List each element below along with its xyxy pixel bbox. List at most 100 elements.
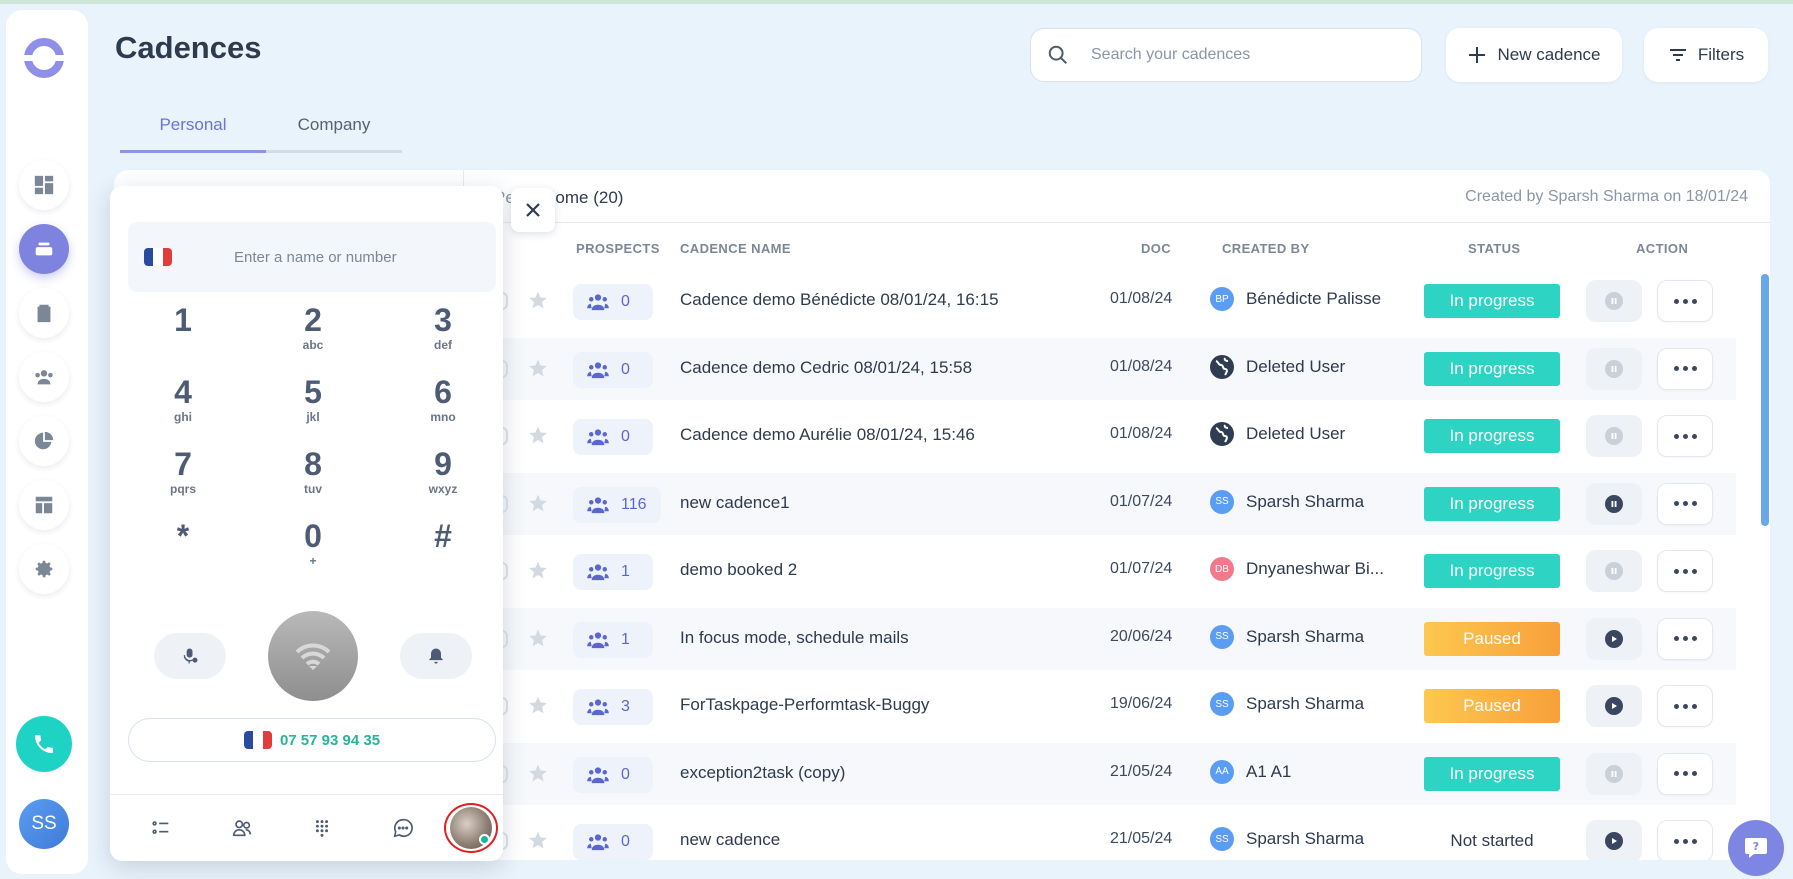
open-dialer-button[interactable] <box>16 716 72 772</box>
more-actions-button[interactable] <box>1657 347 1713 390</box>
search-input[interactable] <box>1091 46 1391 64</box>
prospects-count-badge[interactable]: 116 <box>573 486 661 523</box>
sidebar-item-tasks[interactable] <box>19 288 69 338</box>
footer-profile-avatar[interactable] <box>444 803 498 853</box>
france-flag-icon[interactable] <box>144 248 172 266</box>
call-button[interactable] <box>268 611 358 701</box>
dial-key[interactable]: 4 ghi <box>133 374 233 436</box>
cadence-name-link[interactable]: In focus mode, schedule mails <box>680 628 909 648</box>
sidebar-item-people[interactable] <box>19 352 69 402</box>
dial-key[interactable]: 6 mno <box>393 374 493 436</box>
favorite-star-icon[interactable] <box>528 425 548 445</box>
col-header-prospects[interactable]: PROSPECTS <box>576 241 660 256</box>
pause-cadence-button[interactable] <box>1586 550 1642 592</box>
cadence-name-link[interactable]: demo booked 2 <box>680 560 797 580</box>
dial-key[interactable]: 3 def <box>393 302 493 364</box>
table-row[interactable]: 1 In focus mode, schedule mails 20/06/24 SS… <box>494 607 1736 670</box>
notification-bell-button[interactable] <box>400 633 472 679</box>
prospects-count-badge[interactable]: 0 <box>573 419 653 455</box>
cadence-name-link[interactable]: Cadence demo Aurélie 08/01/24, 15:46 <box>680 425 975 445</box>
search-box[interactable] <box>1030 28 1422 82</box>
user-avatar[interactable]: SS <box>19 799 69 849</box>
dial-key[interactable]: 8 tuv <box>263 446 363 508</box>
more-actions-button[interactable] <box>1657 280 1713 322</box>
voicemail-settings-button[interactable] <box>154 633 226 679</box>
prospects-count-badge[interactable]: 1 <box>573 621 653 658</box>
pause-cadence-button[interactable] <box>1586 415 1642 457</box>
resume-cadence-button[interactable] <box>1586 820 1642 860</box>
favorite-star-icon[interactable] <box>528 290 548 310</box>
sidebar-item-analytics[interactable] <box>19 416 69 466</box>
sidebar-item-settings[interactable] <box>19 544 69 594</box>
footer-keypad-button[interactable] <box>307 813 337 843</box>
table-row[interactable]: 1 demo booked 2 01/07/24 DB Dnyaneshwar Bi..… <box>494 540 1736 602</box>
cadence-name-link[interactable]: exception2task (copy) <box>680 763 845 783</box>
table-row[interactable]: 116 new cadence1 01/07/24 SS Sparsh Sharma In… <box>494 472 1736 535</box>
table-row[interactable]: 0 Cadence demo Bénédicte 08/01/24, 16:15 0… <box>494 270 1736 332</box>
prospects-count-badge[interactable]: 0 <box>573 824 653 860</box>
favorite-star-icon[interactable] <box>528 830 548 850</box>
col-header-doc[interactable]: DOC <box>1141 241 1171 256</box>
my-phone-number[interactable]: 07 57 93 94 35 <box>128 718 496 762</box>
favorite-star-icon[interactable] <box>528 493 548 513</box>
pause-cadence-button[interactable] <box>1586 347 1642 390</box>
dial-key[interactable]: 9 wxyz <box>393 446 493 508</box>
tab-personal[interactable]: Personal <box>120 115 266 153</box>
dial-key[interactable]: 2 abc <box>263 302 363 364</box>
sidebar-item-dashboard[interactable] <box>19 160 69 210</box>
favorite-star-icon[interactable] <box>528 695 548 715</box>
app-logo-icon[interactable] <box>22 36 66 80</box>
more-actions-button[interactable] <box>1657 482 1713 525</box>
sidebar-item-templates[interactable] <box>19 480 69 530</box>
resume-cadence-button[interactable] <box>1586 685 1642 727</box>
favorite-star-icon[interactable] <box>528 358 548 378</box>
resume-cadence-button[interactable] <box>1586 617 1642 660</box>
close-dialer-button[interactable] <box>511 188 555 232</box>
dial-key[interactable]: 5 jkl <box>263 374 363 436</box>
table-row[interactable]: 0 new cadence 21/05/24 SS Sparsh Sharma Not s… <box>494 810 1736 860</box>
prospects-count-badge[interactable]: 0 <box>573 284 653 320</box>
table-row[interactable]: 3 ForTaskpage-Performtask-Buggy 19/06/24 SS… <box>494 675 1736 737</box>
cadence-name-link[interactable]: Cadence demo Bénédicte 08/01/24, 16:15 <box>680 290 999 310</box>
footer-history-button[interactable] <box>146 813 176 843</box>
pause-cadence-button[interactable] <box>1586 482 1642 525</box>
col-header-cadence-name[interactable]: CADENCE NAME <box>680 241 791 256</box>
dialer-number-input[interactable] <box>234 248 474 266</box>
pause-cadence-button[interactable] <box>1586 752 1642 795</box>
favorite-star-icon[interactable] <box>528 628 548 648</box>
cadence-name-link[interactable]: new cadence1 <box>680 493 790 513</box>
prospects-count-badge[interactable]: 1 <box>573 554 653 590</box>
more-actions-button[interactable] <box>1657 820 1713 860</box>
cadence-name-link[interactable]: new cadence <box>680 830 780 850</box>
more-actions-button[interactable] <box>1657 752 1713 795</box>
sidebar-item-cadences[interactable] <box>19 224 69 274</box>
pause-cadence-button[interactable] <box>1586 280 1642 322</box>
dial-key[interactable]: * <box>133 518 233 580</box>
cadence-name-link[interactable]: Cadence demo Cedric 08/01/24, 15:58 <box>680 358 972 378</box>
prospects-count-badge[interactable]: 0 <box>573 351 653 388</box>
prospects-count-badge[interactable]: 0 <box>573 756 653 793</box>
filters-button[interactable]: Filters <box>1644 28 1768 82</box>
table-scrollbar[interactable] <box>1761 274 1769 526</box>
prospects-count-badge[interactable]: 3 <box>573 689 653 725</box>
help-chat-button[interactable]: ? <box>1728 820 1784 876</box>
cadence-name-link[interactable]: ForTaskpage-Performtask-Buggy <box>680 695 929 715</box>
more-actions-button[interactable] <box>1657 550 1713 592</box>
more-actions-button[interactable] <box>1657 415 1713 457</box>
dial-key[interactable]: 7 pqrs <box>133 446 233 508</box>
table-row[interactable]: 0 Cadence demo Cedric 08/01/24, 15:58 01/0… <box>494 337 1736 400</box>
table-row[interactable]: 0 exception2task (copy) 21/05/24 AA A1 A1 In … <box>494 742 1736 805</box>
footer-messages-button[interactable] <box>388 813 418 843</box>
favorite-star-icon[interactable] <box>528 763 548 783</box>
dial-key[interactable]: # <box>393 518 493 580</box>
table-row[interactable]: 0 Cadence demo Aurélie 08/01/24, 15:46 01/… <box>494 405 1736 467</box>
more-actions-button[interactable] <box>1657 617 1713 660</box>
dial-key[interactable]: 1 <box>133 302 233 364</box>
col-header-created-by[interactable]: CREATED BY <box>1222 241 1310 256</box>
tab-company[interactable]: Company <box>266 115 402 153</box>
new-cadence-button[interactable]: New cadence <box>1446 28 1622 82</box>
favorite-star-icon[interactable] <box>528 560 548 580</box>
dialer-search[interactable] <box>128 222 496 292</box>
footer-contacts-button[interactable] <box>227 813 257 843</box>
more-actions-button[interactable] <box>1657 685 1713 727</box>
